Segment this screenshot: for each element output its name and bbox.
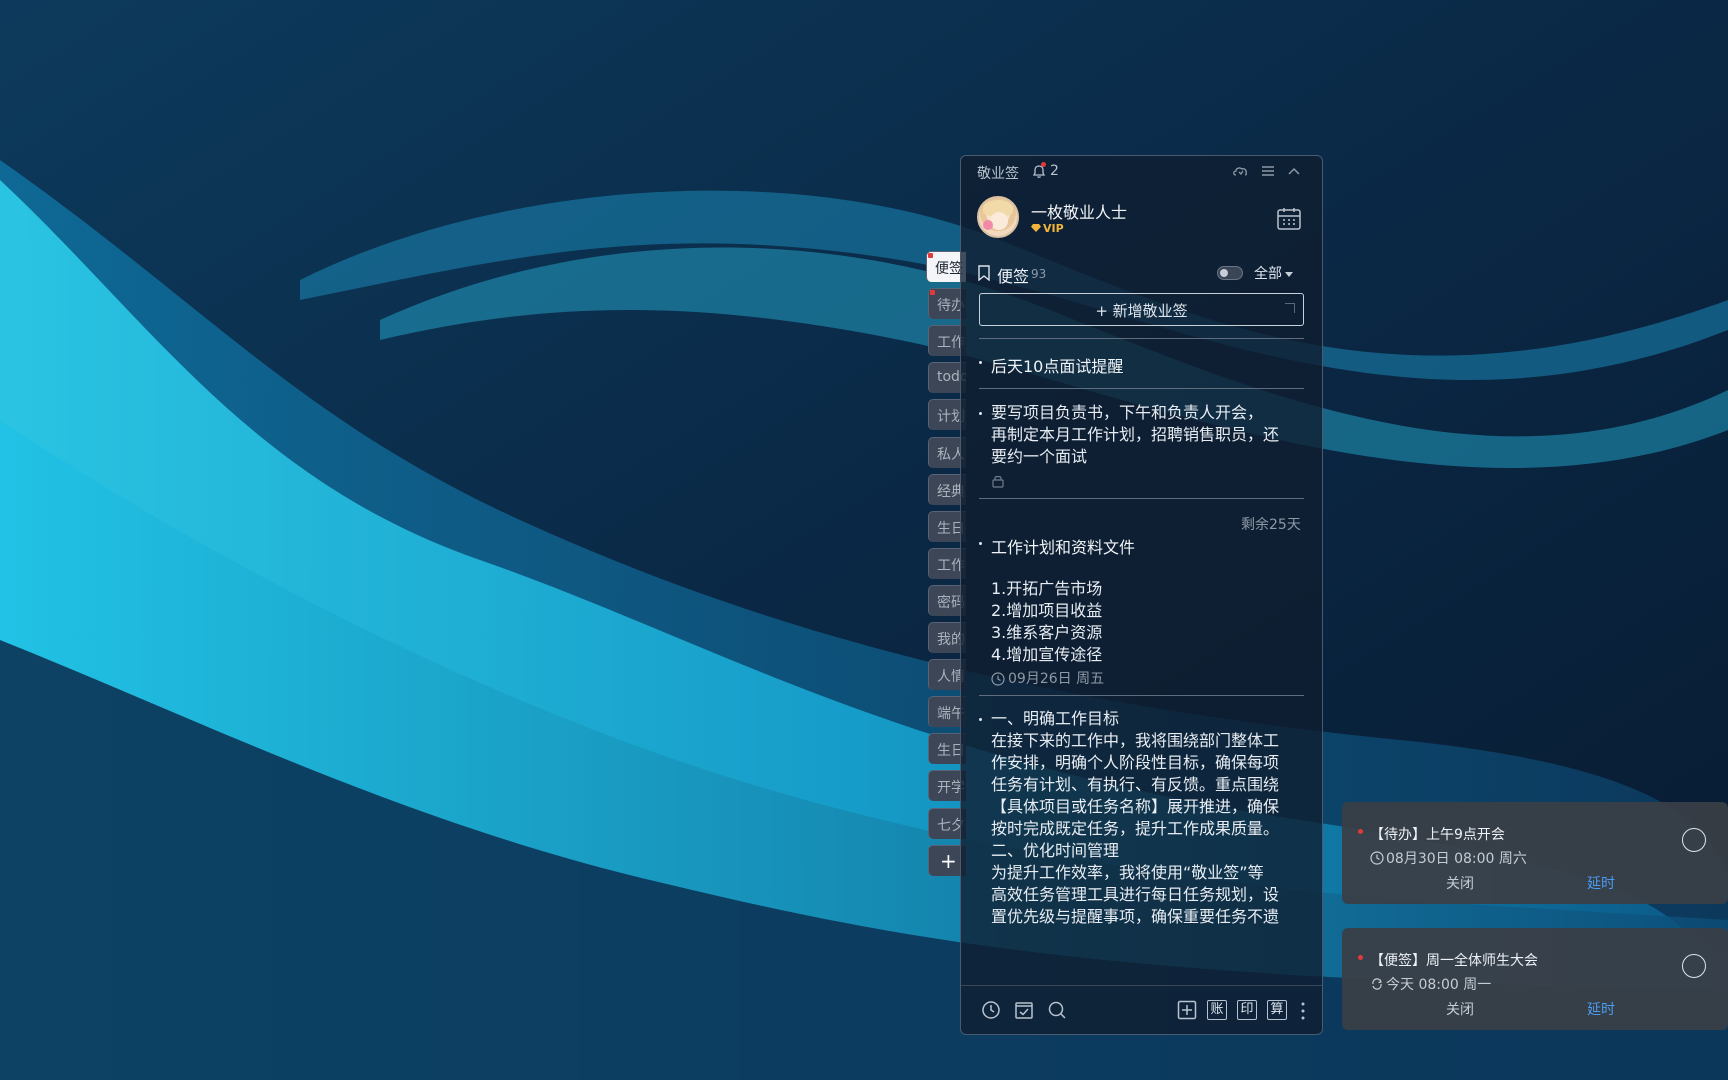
reminder-title: 【便签】周一全体师生大会	[1370, 953, 1538, 969]
snooze-button[interactable]: 延时	[1587, 999, 1615, 1019]
reminder-title: 【待办】上午9点开会	[1370, 827, 1505, 843]
print-button[interactable]: 印	[1237, 1000, 1257, 1020]
repeat-icon	[1372, 978, 1382, 990]
search-icon[interactable]	[1047, 1000, 1067, 1020]
reminder-card: 【待办】上午9点开会 08月30日 08:00 周六 关闭 延时	[1342, 802, 1728, 904]
remaining-days: 剩余25天	[1241, 517, 1301, 533]
flag-marker	[928, 253, 933, 258]
lock-icon	[992, 475, 1004, 488]
bottom-toolbar: 账 印 算	[961, 985, 1322, 1034]
note-title: 后天10点面试提醒	[991, 357, 1124, 376]
notification-count[interactable]: 2	[1050, 163, 1059, 179]
expand-icon	[1285, 303, 1295, 313]
section-header: 便签 93 全部	[977, 262, 1307, 286]
view-toggle[interactable]	[1217, 266, 1243, 280]
title-bar: 敬业签 2	[961, 156, 1322, 186]
complete-checkbox[interactable]	[1682, 828, 1706, 852]
avatar[interactable]	[977, 196, 1019, 238]
note-body: 一、明确工作目标 在接下来的工作中，我将围绕部门整体工 作安排，明确个人阶段性目…	[991, 709, 1280, 926]
divider	[979, 388, 1304, 389]
add-icon[interactable]	[1177, 1000, 1197, 1020]
note-title: 工作计划和资料文件	[991, 538, 1136, 557]
cloud-sync-icon[interactable]	[1231, 163, 1249, 179]
note-body: 1.开拓广告市场 2.增加项目收益 3.维系客户资源 4.增加宣传途径	[991, 579, 1103, 664]
user-profile: 一枚敬业人士 VIP	[977, 196, 1307, 246]
vip-badge: VIP	[1031, 222, 1064, 235]
diamond-icon	[1031, 224, 1041, 232]
note-date: 09月26日 周五	[991, 668, 1104, 688]
note-body: 要写项目负责书，下午和负责人开会， 再制定本月工作计划，招聘销售职员，还 要约一…	[991, 403, 1280, 466]
notes-panel: 敬业签 2 一枚敬业人士 VIP 便签 93 全部 + 新增敬业签 后天10点面…	[960, 155, 1323, 1035]
clock-icon	[991, 672, 1005, 686]
reminder-card: 【便签】周一全体师生大会 今天 08:00 周一 关闭 延时	[1342, 928, 1728, 1030]
checklist-icon[interactable]	[1014, 1000, 1034, 1020]
clock-icon[interactable]	[981, 1000, 1001, 1020]
reminder-time: 08月30日 08:00 周六	[1370, 848, 1527, 868]
complete-checkbox[interactable]	[1682, 954, 1706, 978]
divider	[979, 695, 1304, 696]
app-name: 敬业签	[977, 166, 1019, 182]
status-dot	[1358, 829, 1363, 834]
note-item[interactable]: 要写项目负责书，下午和负责人开会， 再制定本月工作计划，招聘销售职员，还 要约一…	[979, 403, 1304, 492]
note-item[interactable]: 一、明确工作目标 在接下来的工作中，我将围绕部门整体工 作安排，明确个人阶段性目…	[979, 709, 1304, 950]
chevron-up-icon[interactable]	[1285, 163, 1303, 179]
divider	[979, 498, 1304, 499]
more-icon[interactable]	[1300, 1001, 1306, 1021]
note-list: 后天10点面试提醒 要写项目负责书，下午和负责人开会， 再制定本月工作计划，招聘…	[961, 336, 1322, 956]
reminder-time: 今天 08:00 周一	[1370, 974, 1491, 994]
menu-icon[interactable]	[1259, 163, 1277, 179]
ledger-button[interactable]: 账	[1207, 1000, 1227, 1020]
section-label: 便签	[997, 267, 1030, 286]
section-count: 93	[1031, 267, 1047, 281]
note-item[interactable]: 后天10点面试提醒	[979, 353, 1304, 377]
close-button[interactable]: 关闭	[1446, 873, 1474, 893]
calendar-icon[interactable]	[1275, 205, 1303, 233]
status-dot	[1358, 955, 1363, 960]
calculator-button[interactable]: 算	[1267, 1000, 1287, 1020]
close-button[interactable]: 关闭	[1446, 999, 1474, 1019]
username: 一枚敬业人士	[1031, 203, 1128, 222]
divider	[979, 338, 1304, 339]
clock-icon	[1370, 851, 1384, 865]
add-note-button[interactable]: + 新增敬业签	[979, 293, 1304, 326]
chevron-down-icon	[1285, 271, 1293, 277]
filter-dropdown[interactable]: 全部	[1254, 263, 1293, 283]
snooze-button[interactable]: 延时	[1587, 873, 1615, 893]
desktop-wallpaper	[0, 0, 1728, 1080]
flag-marker	[930, 290, 935, 295]
side-tab-label: 便签	[935, 261, 963, 277]
notification-dot	[1041, 162, 1046, 167]
note-item[interactable]: 剩余25天 工作计划和资料文件 1.开拓广告市场 2.增加项目收益 3.维系客户…	[979, 514, 1304, 687]
bookmark-icon	[978, 265, 990, 281]
